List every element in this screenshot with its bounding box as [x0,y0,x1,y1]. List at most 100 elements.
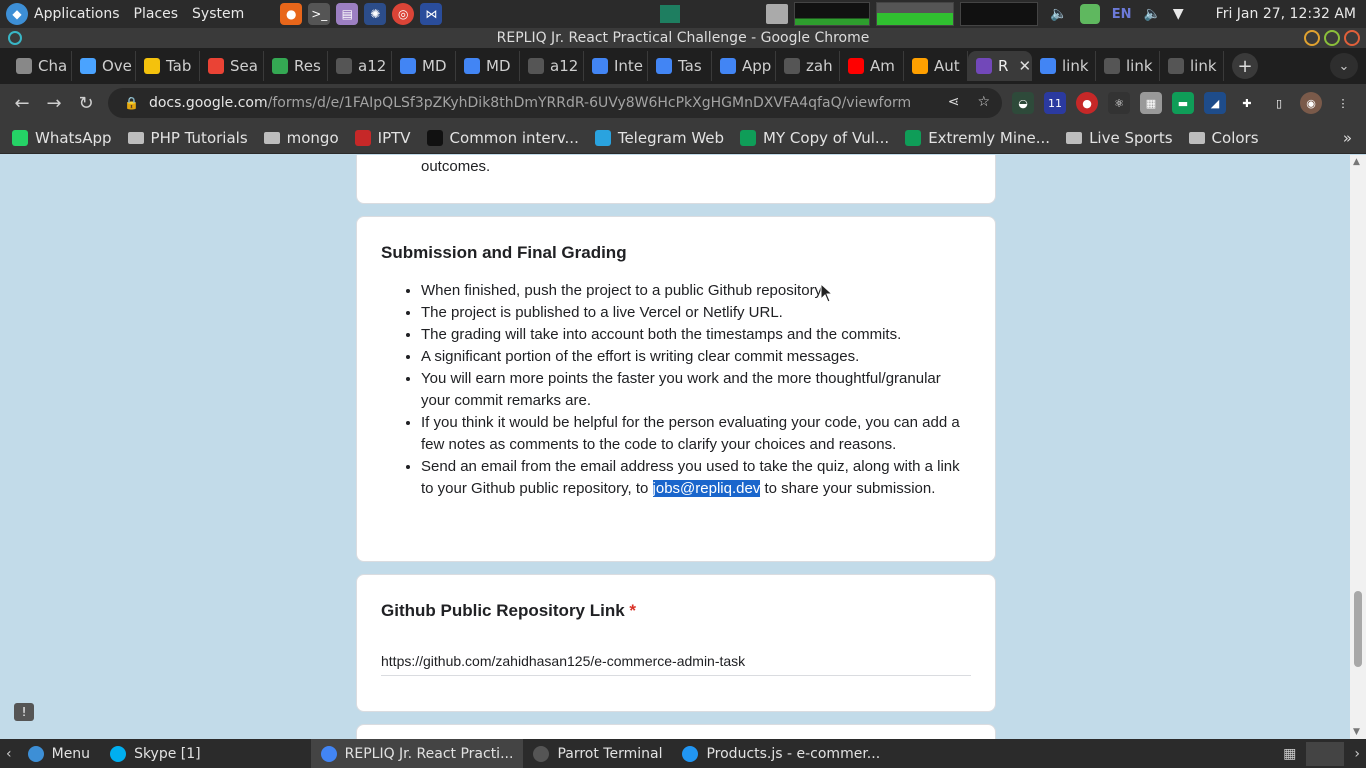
more-menu-icon[interactable]: ⋮ [1332,92,1354,114]
browser-tab[interactable]: R ✕ [968,51,1032,81]
tab-label: Tas [678,57,702,75]
taskbar-window-button[interactable]: Products.js - e-commer... [672,739,890,768]
browser-tab[interactable]: Res [264,51,328,81]
places-menu[interactable]: Places [134,6,179,22]
share-icon[interactable]: ⋖ [948,94,960,110]
workspace-icon[interactable] [660,5,680,23]
extension-icon[interactable]: ▦ [1140,92,1162,114]
taskbar-left-arrow-icon[interactable]: ‹ [0,746,18,762]
browser-tab[interactable]: Ove [72,51,136,81]
sheets-icon [740,129,757,146]
browser-tab[interactable]: a12 [520,51,584,81]
repo-link-input[interactable]: https://github.com/zahidhasan125/e-comme… [381,653,971,676]
bookmark-item[interactable]: Colors [1188,129,1259,147]
scroll-up-arrow-icon[interactable]: ▲ [1353,157,1360,167]
scroll-down-arrow-icon[interactable]: ▼ [1353,727,1360,737]
browser-tab[interactable]: App [712,51,776,81]
scrollbar-thumb[interactable] [1354,591,1362,667]
page-scrollbar[interactable]: ▲ ▼ [1350,155,1366,739]
taskbar-right-arrow-icon[interactable]: › [1354,746,1360,762]
react-devtools-icon[interactable]: ⚛ [1108,92,1130,114]
extension-icon[interactable]: ◢ [1204,92,1226,114]
window-menu-icon[interactable] [8,31,22,45]
terminal-launcher-icon[interactable]: >_ [308,3,331,25]
required-asterisk: * [629,601,637,620]
text-editor-launcher-icon[interactable]: ▤ [336,3,359,25]
extension-icon[interactable]: ▬ [1172,92,1194,114]
profile-avatar[interactable]: ◉ [1300,92,1322,114]
browser-tab[interactable]: Am [840,51,904,81]
reload-button[interactable]: ↻ [70,93,102,114]
taskbar-window-button[interactable]: REPLIQ Jr. React Practi... [310,739,524,768]
vscode-launcher-icon[interactable]: ⋈ [420,3,443,25]
network-launcher-icon[interactable]: ✺ [364,3,387,25]
applications-menu[interactable]: Applications [34,6,120,22]
wifi-icon[interactable]: ▼ [1173,6,1184,22]
google-icon [1040,58,1056,74]
update-icon[interactable] [1079,4,1100,24]
bookmark-item[interactable]: Telegram Web [594,128,725,147]
bookmark-item[interactable]: IPTV [354,129,411,147]
browser-tab[interactable]: Aut [904,51,968,81]
start-menu-button[interactable]: Menu [18,739,100,768]
taskbar-window-button[interactable]: Parrot Terminal [523,739,672,768]
browser-tab[interactable]: Tas [648,51,712,81]
parrot-logo-icon[interactable]: ◆ [6,3,28,25]
browser-tab[interactable]: link [1160,51,1224,81]
bookmark-item[interactable]: WhatsApp [12,129,112,147]
system-top-panel: ◆ Applications Places System ● >_ ▤ ✺ ◎ … [0,0,1366,28]
close-tab-icon[interactable]: ✕ [1018,57,1031,75]
sound-icon[interactable]: 🔈 [1143,6,1160,22]
lock-icon[interactable]: 🔒 [124,96,139,110]
extension-icon[interactable]: ● [1076,92,1098,114]
bookmark-item[interactable]: Extremly Mine... [905,129,1050,147]
bookmark-item[interactable]: Common interv... [426,129,579,147]
browser-tab[interactable]: Cha [8,51,72,81]
minimize-button[interactable] [1304,30,1320,46]
browser-tab[interactable]: zah [776,51,840,81]
tab-search-button[interactable]: ⌄ [1330,53,1358,79]
bookmark-item[interactable]: MY Copy of Vul... [740,129,889,147]
bookmark-label: MY Copy of Vul... [763,128,890,147]
browser-tab[interactable]: a12 [328,51,392,81]
chrome-launcher-icon[interactable]: ◎ [392,3,415,25]
volume-icon[interactable]: 🔈 [1050,6,1067,22]
bookmark-item[interactable]: mongo [263,129,339,147]
taskbar-tray: ▦ › [1283,739,1366,768]
browser-tab[interactable]: link [1032,51,1096,81]
keyboard-layout[interactable]: EN [1112,7,1132,22]
taskbar-window-button[interactable]: Skype [1] [100,739,211,768]
report-feedback-icon[interactable]: ! [14,703,34,721]
chrome-tray-icon[interactable] [1306,741,1345,766]
github-icon [1104,58,1120,74]
browser-tab[interactable]: Tab [136,51,200,81]
maximize-button[interactable] [1324,30,1340,46]
workspace-switcher-icon[interactable]: ▦ [1283,746,1296,762]
files-icon[interactable] [766,4,788,24]
selected-email-text[interactable]: jobs@repliq.dev [652,480,761,497]
browser-tab[interactable]: link [1096,51,1160,81]
email-instruction-tail: to share your submission. [760,480,936,497]
bookmark-label: Telegram Web [617,128,725,147]
bookmark-star-icon[interactable]: ☆ [977,94,990,110]
clock[interactable]: Fri Jan 27, 12:32 AM [1216,6,1356,22]
side-panel-icon[interactable]: ▯ [1268,92,1290,114]
bookmarks-overflow-icon[interactable]: » [1343,129,1352,147]
new-tab-button[interactable]: + [1232,53,1258,79]
bookmark-item[interactable]: PHP Tutorials [127,129,248,147]
back-button[interactable]: ← [6,93,38,114]
address-bar[interactable]: 🔒 docs.google.com/forms/d/e/1FAIpQLSf3pZ… [108,88,1002,118]
browser-tab[interactable]: MD [392,51,456,81]
extension-icon[interactable]: ◒ [1012,92,1034,114]
firefox-launcher-icon[interactable]: ● [280,3,303,25]
browser-tab[interactable]: MD [456,51,520,81]
forward-button[interactable]: → [38,93,70,114]
system-menu[interactable]: System [192,6,244,22]
bookmark-item[interactable]: Live Sports [1066,129,1173,147]
list-item: When finished, push the project to a pub… [421,280,971,302]
close-window-button[interactable] [1344,30,1360,46]
extensions-puzzle-icon[interactable]: ✚ [1236,92,1258,114]
browser-tab[interactable]: Inte [584,51,648,81]
extension-badge-icon[interactable]: 11 [1044,92,1066,114]
browser-tab[interactable]: Sea [200,51,264,81]
